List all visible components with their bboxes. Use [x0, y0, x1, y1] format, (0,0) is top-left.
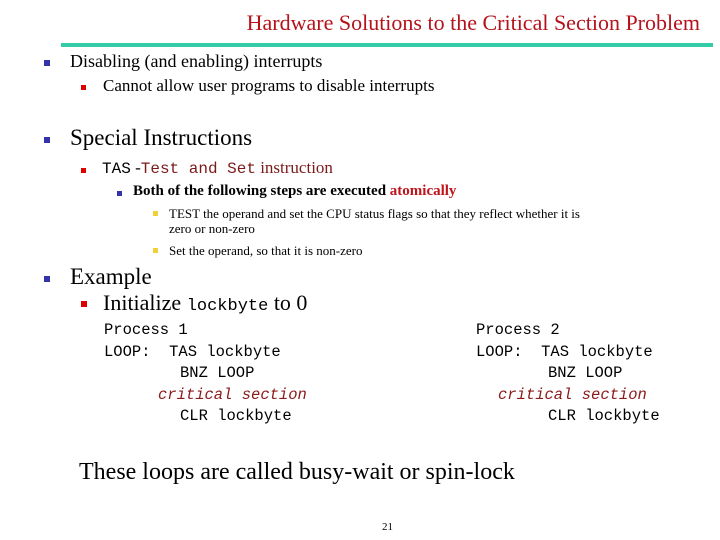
step-test-line2: zero or non-zero [169, 221, 255, 236]
initialize-line: Initialize lockbyte to 0 [103, 290, 307, 316]
bullet-example: Example [70, 264, 152, 289]
page-number: 21 [382, 521, 393, 533]
init-prefix: Initialize [103, 290, 187, 315]
step-test-operand: TEST the operand and set the CPU status … [169, 206, 580, 236]
process2-code: Process 2 LOOP: TAS lockbyte BNZ LOOP cr… [476, 320, 660, 428]
step-test-line1: TEST the operand and set the CPU status … [169, 206, 580, 221]
init-code-lockbyte: lockbyte [186, 297, 269, 316]
tas-name: Test and Set [140, 160, 256, 178]
bullet-disabling-interrupts: Disabling (and enabling) interrupts [70, 51, 323, 71]
steps-intro-text: Both of the following steps are executed [133, 183, 390, 199]
conclusion-text: These loops are called busy-wait or spin… [79, 459, 515, 485]
process1-header: Process 1 [104, 321, 188, 339]
process1-line-bnz: BNZ LOOP [180, 364, 255, 382]
atomically-emphasis: atomically [389, 183, 457, 199]
process1-line-clr: CLR lockbyte [180, 407, 292, 425]
sub-bullet-icon [81, 85, 86, 90]
process2-critical-section: critical section [498, 385, 647, 404]
tas-dash: - [130, 158, 141, 177]
process1-code: Process 1 LOOP: TAS lockbyte BNZ LOOP cr… [104, 320, 307, 428]
process1-critical-section: critical section [158, 385, 307, 404]
steps-intro: Both of the following steps are executed… [133, 183, 456, 200]
tas-code: TAS [102, 160, 131, 178]
bullet-icon [44, 60, 50, 66]
init-suffix: to 0 [268, 290, 308, 315]
level4-bullet-icon [153, 248, 158, 253]
step-set-operand: Set the operand, so that it is non-zero [169, 243, 363, 258]
sub-bullet-icon [81, 168, 86, 173]
bullet-icon [44, 137, 50, 143]
process2-line-clr: CLR lockbyte [548, 407, 660, 425]
sub-bullet-icon [81, 301, 87, 307]
process2-header: Process 2 [476, 321, 560, 339]
slide-title: Hardware Solutions to the Critical Secti… [246, 10, 700, 35]
process2-line-bnz: BNZ LOOP [548, 364, 623, 382]
title-divider [61, 43, 713, 47]
tas-instruction-line: TAS -Test and Set instruction [102, 158, 333, 178]
sub-bullet-cannot-allow: Cannot allow user programs to disable in… [103, 76, 435, 95]
process2-line-tas: LOOP: TAS lockbyte [476, 342, 653, 361]
tas-suffix: instruction [255, 158, 333, 177]
bullet-special-instructions: Special Instructions [70, 125, 253, 150]
process1-line-tas: LOOP: TAS lockbyte [104, 342, 281, 361]
sub-sub-bullet-icon [117, 191, 122, 196]
level4-bullet-icon [153, 211, 158, 216]
bullet-icon [44, 276, 50, 282]
